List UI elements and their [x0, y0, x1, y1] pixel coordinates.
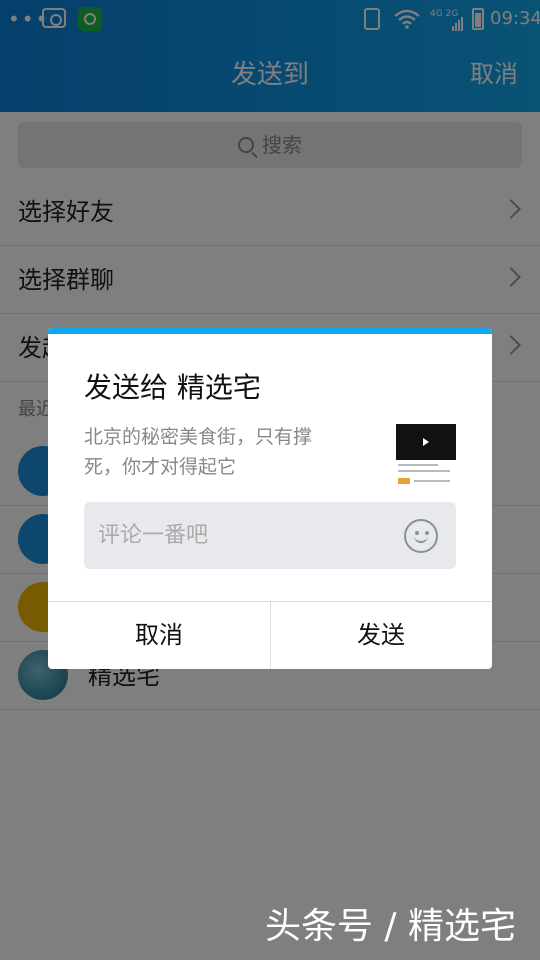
cancel-button[interactable]: 取消 [48, 602, 270, 669]
emoji-icon[interactable] [404, 519, 438, 553]
comment-placeholder: 评论一番吧 [98, 523, 209, 548]
send-button[interactable]: 发送 [270, 602, 492, 669]
video-play-icon [396, 424, 456, 460]
watermark: 头条号 / 精选宅 [264, 906, 516, 947]
dialog-description: 北京的秘密美食街，只有撑死，你才对得起它 [84, 426, 313, 478]
comment-input[interactable]: 评论一番吧 [84, 502, 456, 569]
dialog-accent-bar [48, 328, 492, 334]
article-thumbnail [396, 424, 456, 486]
share-dialog: 发送给 精选宅 北京的秘密美食街，只有撑死，你才对得起它 评论一番吧 取消 发送 [48, 328, 492, 669]
dialog-title: 发送给 精选宅 [84, 371, 261, 404]
